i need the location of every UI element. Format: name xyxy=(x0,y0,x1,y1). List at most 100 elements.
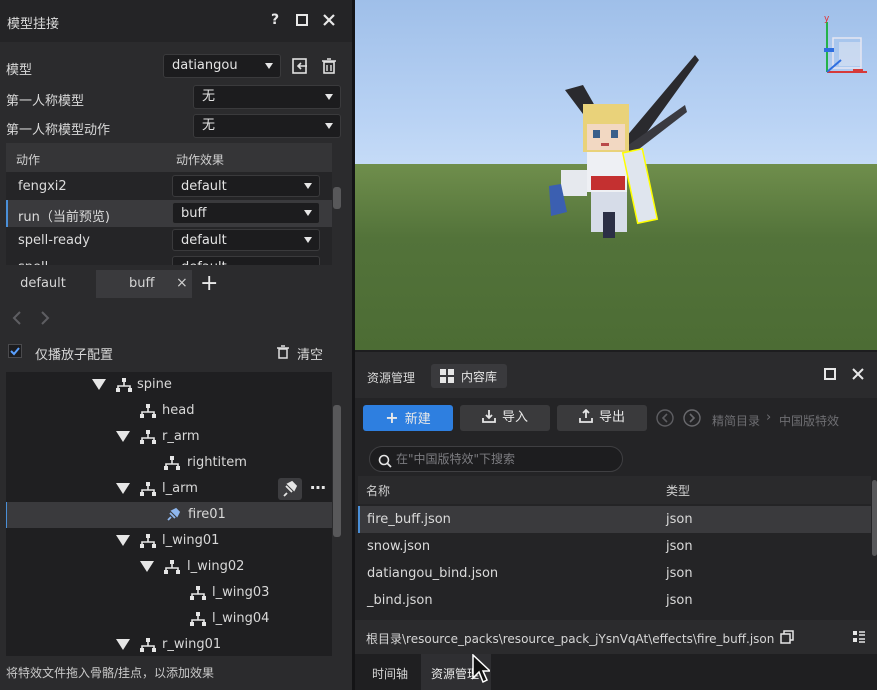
maximize-icon[interactable] xyxy=(823,367,837,385)
col-type-header[interactable]: 类型 xyxy=(666,482,690,499)
maximize-icon[interactable] xyxy=(293,11,311,29)
clear-button[interactable]: 清空 xyxy=(297,344,323,363)
col-effect-header: 动作效果 xyxy=(176,153,225,167)
import-button[interactable]: 导入 xyxy=(460,405,550,431)
chevron-right-icon: › xyxy=(766,410,772,425)
bone-icon xyxy=(190,612,206,626)
new-button[interactable]: + 新建 xyxy=(363,405,453,431)
tab-buff-label: buff xyxy=(129,276,155,291)
expand-triangle-icon[interactable] xyxy=(116,535,130,546)
tree-node-l-arm[interactable]: l_arm ⋯ xyxy=(6,476,332,502)
tab-buff[interactable]: buff × xyxy=(96,270,192,298)
panel-title-bar: 模型挂接 ? xyxy=(0,0,352,42)
chevron-down-icon xyxy=(325,123,333,129)
effect-select[interactable]: default xyxy=(172,256,320,265)
tree-node-fire01[interactable]: fire01 xyxy=(6,502,332,528)
chevron-down-icon xyxy=(304,210,312,216)
table-row[interactable]: snow.json json xyxy=(358,533,871,560)
help-button[interactable]: ? xyxy=(266,11,284,29)
table-row[interactable]: _bind.json json xyxy=(358,587,871,614)
animation-table-scrollbar[interactable] xyxy=(333,187,341,209)
node-label: head xyxy=(162,403,195,418)
export-model-icon[interactable] xyxy=(291,57,309,79)
effect-select-value: default xyxy=(181,179,227,194)
chevron-down-icon xyxy=(265,63,273,69)
fp-anim-label: 第一人称模型动作 xyxy=(6,123,111,138)
table-row[interactable]: fengxi2 default xyxy=(6,173,332,200)
tree-node-r-wing01[interactable]: r_wing01 xyxy=(6,632,332,656)
tree-scrollbar[interactable] xyxy=(333,405,341,537)
back-circle-icon[interactable] xyxy=(656,409,674,431)
copy-icon[interactable] xyxy=(780,630,794,648)
character-model[interactable] xyxy=(355,0,877,350)
close-icon[interactable] xyxy=(851,367,865,385)
add-tab-button[interactable]: + xyxy=(200,270,218,298)
export-icon xyxy=(579,407,593,433)
tree-node-r-arm[interactable]: r_arm xyxy=(6,424,332,450)
chevron-down-icon xyxy=(304,183,312,189)
table-row[interactable]: spell default xyxy=(6,254,332,265)
file-table-header: 名称 类型 xyxy=(358,476,871,504)
import-button-label: 导入 xyxy=(501,410,528,425)
tab-resource-manage[interactable]: 资源管理 xyxy=(367,369,415,386)
close-icon[interactable] xyxy=(320,11,338,29)
view-toggle-icon[interactable] xyxy=(852,630,866,648)
grid-icon xyxy=(439,368,455,388)
effect-select[interactable]: default xyxy=(172,229,320,251)
prev-arrow-icon[interactable] xyxy=(12,311,22,329)
tree-node-spine[interactable]: spine xyxy=(6,372,332,398)
next-arrow-icon[interactable] xyxy=(40,311,50,329)
file-table-scrollbar[interactable] xyxy=(872,480,877,556)
file-type: json xyxy=(666,512,693,527)
fp-model-label: 第一人称模型 xyxy=(6,94,85,109)
tree-node-l-wing01[interactable]: l_wing01 xyxy=(6,528,332,554)
scene-viewport[interactable]: y xyxy=(355,0,877,350)
tab-content-library[interactable]: 内容库 xyxy=(431,364,507,388)
trash-icon[interactable] xyxy=(321,57,337,79)
tab-default[interactable]: default xyxy=(8,270,78,298)
model-select[interactable]: datiangou xyxy=(163,54,281,78)
fp-model-select[interactable]: 无 xyxy=(193,85,341,109)
expand-triangle-icon[interactable] xyxy=(116,431,130,442)
breadcrumb-root[interactable]: 精简目录 xyxy=(712,412,760,429)
table-row[interactable]: spell-ready default xyxy=(6,227,332,254)
expand-triangle-icon[interactable] xyxy=(92,379,106,390)
axis-gizmo[interactable]: y xyxy=(819,12,877,82)
model-label: 模型 xyxy=(6,63,33,78)
node-label: l_arm xyxy=(162,481,198,496)
export-button[interactable]: 导出 xyxy=(557,405,647,431)
fp-anim-select-value: 无 xyxy=(202,118,216,133)
pin-icon[interactable] xyxy=(278,478,302,500)
tree-node-l-wing03[interactable]: l_wing03 xyxy=(6,580,332,606)
anim-name: fengxi2 xyxy=(18,179,67,194)
expand-triangle-icon[interactable] xyxy=(116,483,130,494)
animation-table: 动作 动作效果 fengxi2 default run（当前预览) buff s… xyxy=(6,143,332,265)
effect-select[interactable]: buff xyxy=(172,202,320,224)
forward-circle-icon[interactable] xyxy=(683,409,701,431)
tree-node-l-wing02[interactable]: l_wing02 xyxy=(6,554,332,580)
panel-title: 模型挂接 xyxy=(7,17,60,32)
file-name: datiangou_bind.json xyxy=(367,566,499,581)
expand-triangle-icon[interactable] xyxy=(116,639,130,650)
fp-anim-select[interactable]: 无 xyxy=(193,114,341,138)
node-label: l_wing03 xyxy=(212,585,270,600)
expand-triangle-icon[interactable] xyxy=(140,561,154,572)
bone-icon xyxy=(164,560,180,574)
close-tab-icon[interactable]: × xyxy=(176,275,188,291)
tree-node-rightitem[interactable]: rightitem xyxy=(6,450,332,476)
trash-icon[interactable] xyxy=(276,344,290,364)
table-row[interactable]: fire_buff.json json xyxy=(358,506,871,533)
table-row[interactable]: datiangou_bind.json json xyxy=(358,560,871,587)
col-name-header[interactable]: 名称 xyxy=(366,482,390,499)
tree-node-l-wing04[interactable]: l_wing04 xyxy=(6,606,332,632)
search-icon xyxy=(378,452,392,476)
more-options-icon[interactable]: ⋯ xyxy=(310,478,326,497)
tab-content-label: 内容库 xyxy=(461,370,498,384)
tab-timeline[interactable]: 时间轴 xyxy=(372,665,408,682)
tree-node-head[interactable]: head xyxy=(6,398,332,424)
search-input[interactable]: 在"中国版特效"下搜索 xyxy=(369,446,623,472)
table-row[interactable]: run（当前预览) buff xyxy=(6,200,332,227)
breadcrumb-current[interactable]: 中国版特效 xyxy=(779,412,839,429)
effect-select[interactable]: default xyxy=(172,175,320,197)
only-play-checkbox[interactable] xyxy=(8,344,22,358)
